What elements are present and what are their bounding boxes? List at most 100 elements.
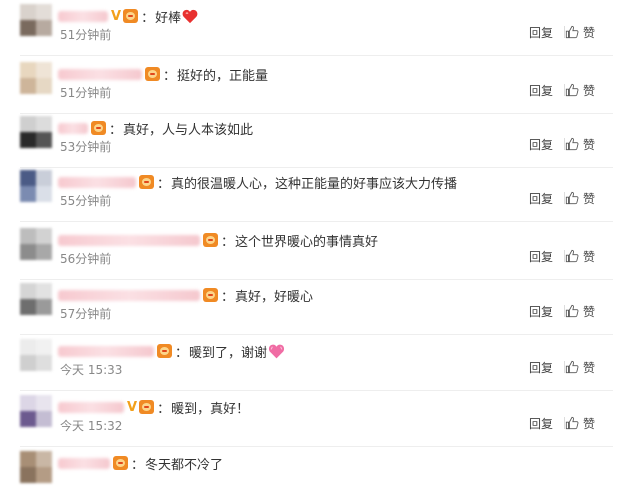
avatar[interactable] (20, 116, 52, 148)
comment-line: ： 冬天都不冷了 (58, 453, 223, 473)
action-separator (564, 417, 565, 429)
thumbs-up-icon[interactable] (565, 249, 579, 263)
pink-heart-icon (268, 344, 285, 358)
comment-actions: 回复 赞 (529, 413, 595, 433)
comment-text: 真好，好暖心 (235, 289, 314, 305)
colon: ： (221, 234, 235, 250)
verified-v-icon: V (127, 399, 138, 415)
thumbs-up-icon[interactable] (565, 25, 579, 39)
comment-time: 今天 15:32 (60, 419, 123, 433)
action-separator (564, 138, 565, 150)
avatar[interactable] (20, 283, 52, 315)
comment-text: 真的很温暖人心，这种正能量的好事应该大力传播 (171, 176, 458, 192)
thumbs-up-icon[interactable] (565, 191, 579, 205)
comment-actions: 回复 赞 (529, 246, 595, 266)
action-separator (564, 361, 565, 373)
comment-line: ： 真好，好暖心 (58, 285, 313, 305)
colon: ： (157, 401, 171, 417)
reply-button[interactable]: 回复 (529, 190, 553, 207)
colon: ： (221, 289, 235, 305)
reply-button[interactable]: 回复 (529, 415, 553, 432)
username[interactable] (58, 401, 124, 413)
username[interactable] (58, 122, 88, 134)
like-button[interactable]: 赞 (583, 303, 595, 320)
fan-badge-icon (91, 121, 106, 135)
verified-v-icon: V (111, 8, 122, 24)
username[interactable] (58, 10, 108, 22)
divider (20, 55, 613, 56)
avatar[interactable] (20, 395, 52, 427)
comment-text: 挺好的，正能量 (177, 68, 269, 84)
username[interactable] (58, 68, 142, 80)
fan-badge-icon (139, 400, 155, 414)
comment-line: ： 这个世界暖心的事情真好 (58, 230, 378, 250)
comment-item: ： 挺好的，正能量 51分钟前 回复 赞 (0, 58, 621, 114)
action-separator (564, 84, 565, 96)
thumbs-up-icon[interactable] (565, 416, 579, 430)
like-button[interactable]: 赞 (583, 248, 595, 265)
fan-badge-icon (157, 344, 172, 358)
colon: ： (141, 10, 155, 26)
comment-line: ： 真好，人与人本该如此 (58, 118, 253, 138)
comment-text: 真好，人与人本该如此 (123, 122, 254, 138)
thumbs-up-icon[interactable] (565, 83, 579, 97)
comment-actions: 回复 赞 (529, 134, 595, 154)
avatar[interactable] (20, 451, 52, 483)
colon: ： (163, 68, 177, 84)
comment-item: ： 真的很温暖人心，这种正能量的好事应该大力传播 55分钟前 回复 赞 (0, 166, 621, 222)
thumbs-up-icon[interactable] (565, 304, 579, 318)
comment-line: V ： 暖到，真好！ (58, 397, 249, 417)
reply-button[interactable]: 回复 (529, 248, 553, 265)
avatar[interactable] (20, 228, 52, 260)
comment-item: ： 暖到了，谢谢 今天 15:33 回复 赞 (0, 335, 621, 391)
reply-button[interactable]: 回复 (529, 303, 553, 320)
reply-button[interactable]: 回复 (529, 359, 553, 376)
reply-button[interactable]: 回复 (529, 82, 553, 99)
username[interactable] (58, 234, 200, 246)
like-button[interactable]: 赞 (583, 190, 595, 207)
like-button[interactable]: 赞 (583, 136, 595, 153)
avatar[interactable] (20, 62, 52, 94)
avatar[interactable] (20, 339, 52, 371)
comment-actions: 回复 赞 (529, 80, 595, 100)
like-button[interactable]: 赞 (583, 359, 595, 376)
action-separator (564, 26, 565, 38)
thumbs-up-icon[interactable] (565, 137, 579, 151)
like-button[interactable]: 赞 (583, 82, 595, 99)
fan-badge-icon (203, 233, 218, 247)
like-button[interactable]: 赞 (583, 24, 595, 41)
comment-time: 53分钟前 (60, 140, 112, 154)
divider (20, 221, 613, 222)
comment-time: 51分钟前 (60, 86, 112, 100)
comment-line: ： 真的很温暖人心，这种正能量的好事应该大力传播 (58, 172, 457, 192)
comment-actions: 回复 赞 (529, 22, 595, 42)
username[interactable] (58, 176, 136, 188)
comment-item: V ： 暖到，真好！ 今天 15:32 回复 赞 (0, 391, 621, 447)
fan-badge-icon (145, 67, 160, 81)
colon: ： (131, 457, 145, 473)
comment-text: 暖到了，谢谢 (189, 345, 268, 361)
fan-badge-icon (113, 456, 128, 470)
reply-button[interactable]: 回复 (529, 24, 553, 41)
avatar[interactable] (20, 4, 52, 36)
comment-time: 56分钟前 (60, 252, 112, 266)
reply-button[interactable]: 回复 (529, 136, 553, 153)
comment-time: 51分钟前 (60, 28, 112, 42)
like-button[interactable]: 赞 (583, 415, 595, 432)
comment-time: 55分钟前 (60, 194, 112, 208)
colon: ： (175, 345, 189, 361)
comment-actions: 回复 赞 (529, 188, 595, 208)
avatar[interactable] (20, 170, 52, 202)
comment-item: ： 冬天都不冷了 (0, 447, 621, 503)
username[interactable] (58, 345, 154, 357)
username[interactable] (58, 289, 200, 301)
comment-text: 冬天都不冷了 (145, 457, 224, 473)
username[interactable] (58, 457, 110, 469)
comment-line: ： 暖到了，谢谢 (58, 341, 285, 361)
action-separator (564, 192, 565, 204)
thumbs-up-icon[interactable] (565, 360, 579, 374)
comment-text: 这个世界暖心的事情真好 (235, 234, 379, 250)
comment-line: ： 挺好的，正能量 (58, 64, 268, 84)
action-separator (564, 305, 565, 317)
comment-time: 57分钟前 (60, 307, 112, 321)
